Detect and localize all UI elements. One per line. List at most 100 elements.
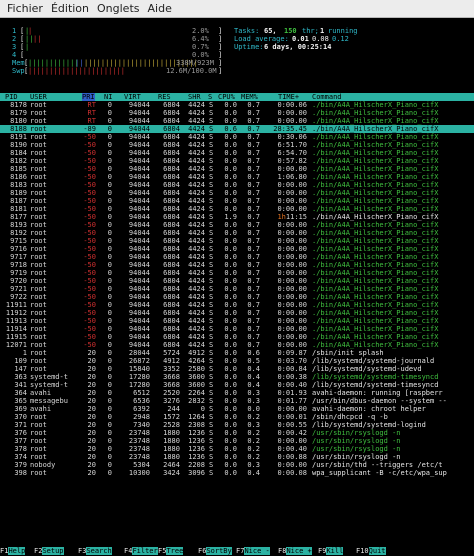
shr-cell: 4424 bbox=[188, 229, 205, 237]
res-cell: 6804 bbox=[163, 165, 180, 173]
col-user[interactable]: USER bbox=[30, 93, 47, 101]
mem-fill-used: |||||||||||| bbox=[28, 59, 79, 67]
f3-search-key[interactable]: F3Search bbox=[78, 546, 112, 556]
process-row[interactable]: 371 root 20 0 7340 2528 2308 S 0.0 0.3 0:00.55/lib… bbox=[0, 421, 474, 429]
priority-cell: -50 bbox=[83, 293, 96, 301]
col-pid[interactable]: PID bbox=[5, 93, 18, 101]
process-row[interactable]: 9720 root -50 0 94044 6804 4424 S 0.0 0.7 0:00.00.… bbox=[0, 277, 474, 285]
threads-count: 150 bbox=[284, 27, 297, 35]
res-cell: 3668 bbox=[163, 373, 180, 381]
mem-cell: 0.4 bbox=[247, 365, 260, 373]
col-cpu[interactable]: CPU% bbox=[218, 93, 235, 101]
f5-tree-key[interactable]: F5Tree bbox=[158, 546, 184, 556]
process-row[interactable]: 8178 root RT 0 94044 6804 4424 S 0.0 0.7 0:00.06 ./… bbox=[0, 101, 474, 109]
process-row[interactable]: 109 root 20 0 26872 4912 4264 S 0.0 0.5 0:03.70/li… bbox=[0, 357, 474, 365]
process-row[interactable]: 8187 root -50 0 94044 6804 4424 S 0.0 0.7 0:00.00.… bbox=[0, 197, 474, 205]
process-row[interactable]: 9719 root -50 0 94044 6804 4424 S 0.0 0.7 0:00.00.… bbox=[0, 269, 474, 277]
nice-cell: 0 bbox=[107, 173, 112, 181]
col-state[interactable]: S bbox=[208, 93, 212, 101]
process-row[interactable]: 363 systemd-t 20 0 17280 3668 3600 S 0.0 0.4 0:00.… bbox=[0, 373, 474, 381]
process-row[interactable]: 8193 root -50 0 94044 6804 4424 S 0.0 0.7 0:00.00.… bbox=[0, 221, 474, 229]
process-row[interactable]: 1 root 20 0 28044 5724 4912 S 0.0 0.6 0:09.87/sbin… bbox=[0, 349, 474, 357]
pid-cell: 9717 bbox=[10, 253, 27, 261]
pid-cell: 109 bbox=[14, 357, 27, 365]
priority-cell: 20 bbox=[87, 365, 96, 373]
process-row[interactable]: 369 avahi 20 0 6392 244 0 S 0.0 0.0 0:00.00 avahi-d… bbox=[0, 405, 474, 413]
process-row[interactable]: 378 root 20 0 23748 1880 1236 S 0.0 0.2 0:00.40/us… bbox=[0, 445, 474, 453]
process-row[interactable]: 11911 root -50 0 94044 6804 4424 S 0.0 0.7 0:00.00… bbox=[0, 301, 474, 309]
process-row[interactable]: 365 messagebu 20 0 6536 3276 2832 S 0.0 0.3 0:01.7… bbox=[0, 397, 474, 405]
process-row[interactable]: 8179 root RT 0 94044 6804 4424 S 0.0 0.7 0:00.00 ./… bbox=[0, 109, 474, 117]
terminal[interactable]: 1 [ | | 2.0% ] 2 [ || || 6.4% ] 3 [ | 0.… bbox=[0, 21, 474, 556]
process-row[interactable]: 8192 root -50 0 94044 6804 4424 S 0.0 0.7 0:00.00.… bbox=[0, 229, 474, 237]
col-pri[interactable]: PRI bbox=[82, 93, 95, 101]
command-cell: avahi-daemon: running [raspberr bbox=[312, 389, 443, 397]
menu-fichier[interactable]: Fichier bbox=[3, 0, 47, 18]
process-row[interactable]: 11913 root -50 0 94044 6804 4424 S 0.0 0.7 0:00.00… bbox=[0, 317, 474, 325]
process-row[interactable]: 9716 root -50 0 94044 6804 4424 S 0.0 0.7 0:00.00.… bbox=[0, 245, 474, 253]
command-cell: ./bin/A4A_HilscherX_Piano_cifX bbox=[312, 277, 439, 285]
f1-help-key[interactable]: F1Help bbox=[0, 546, 26, 556]
fkey-label: Help bbox=[8, 547, 26, 555]
process-row[interactable]: 8184 root -50 0 94044 6804 4424 S 0.0 0.7 6:54.70.… bbox=[0, 149, 474, 157]
col-virt[interactable]: VIRT bbox=[124, 93, 141, 101]
state-cell: S bbox=[209, 341, 214, 349]
menu-aide[interactable]: Aide bbox=[144, 0, 176, 18]
process-row[interactable]: 9721 root -50 0 94044 6804 4424 S 0.0 0.7 0:00.00.… bbox=[0, 285, 474, 293]
command-cell: ./bin/A4A_HilscherX_Piano_cifX bbox=[312, 165, 439, 173]
col-time[interactable]: TIME+ bbox=[278, 93, 299, 101]
state-cell: S bbox=[209, 357, 214, 365]
mem-cell: 0.7 bbox=[247, 333, 260, 341]
process-row[interactable]: 379 nobody 20 0 5304 2464 2208 S 0.0 0.3 0:00.00/u… bbox=[0, 461, 474, 469]
process-row[interactable]: 374 root 20 0 23748 1880 1236 S 0.0 0.2 0:00.88/us… bbox=[0, 453, 474, 461]
f6-sortby-key[interactable]: F6SortBy bbox=[198, 546, 232, 556]
process-row[interactable]: 8177 root -50 0 94044 6804 4424 S 1.9 0.7 1h11:15.… bbox=[0, 213, 474, 221]
process-row[interactable]: 8191 root -50 0 94044 6804 4424 S 0.0 0.7 0:30.06.… bbox=[0, 133, 474, 141]
process-row[interactable]: 147 root 20 0 15840 3352 2580 S 0.0 0.4 0:00.84/li… bbox=[0, 365, 474, 373]
menu-onglets[interactable]: Onglets bbox=[93, 0, 143, 18]
process-row[interactable]: 11912 root -50 0 94044 6804 4424 S 0.0 0.7 0:00.00… bbox=[0, 309, 474, 317]
process-row[interactable]: 8183 root -50 0 94044 6804 4424 S 0.0 0.7 0:00.00.… bbox=[0, 181, 474, 189]
process-row[interactable]: 9715 root -50 0 94044 6804 4424 S 0.0 0.7 0:00.00.… bbox=[0, 237, 474, 245]
menu-edition[interactable]: Édition bbox=[47, 0, 93, 18]
f9-kill-key[interactable]: F9Kill bbox=[318, 546, 344, 556]
process-row[interactable]: 11915 root -50 0 94044 6804 4424 S 0.0 0.7 0:00.00… bbox=[0, 333, 474, 341]
user-cell: root bbox=[30, 445, 47, 453]
process-row[interactable]: 8186 root -50 0 94044 6804 4424 S 0.0 0.7 1:06.80.… bbox=[0, 173, 474, 181]
process-row[interactable]: 9718 root -50 0 94044 6804 4424 S 0.0 0.7 0:00.00.… bbox=[0, 261, 474, 269]
col-shr[interactable]: SHR bbox=[188, 93, 201, 101]
cpu-cell: 0.0 bbox=[224, 413, 237, 421]
process-row[interactable]: 9722 root -50 0 94044 6804 4424 S 0.0 0.7 0:00.00.… bbox=[0, 293, 474, 301]
col-ni[interactable]: NI bbox=[104, 93, 112, 101]
f7-nice-minus-key[interactable]: F7Nice - bbox=[236, 546, 270, 556]
f10-quit-key[interactable]: F10Quit bbox=[356, 546, 386, 556]
nice-cell: 0 bbox=[107, 421, 112, 429]
priority-cell: -50 bbox=[83, 189, 96, 197]
process-row[interactable]: 377 root 20 0 23748 1880 1236 S 0.0 0.2 0:00.00/us… bbox=[0, 437, 474, 445]
process-row[interactable]: 398 root 20 0 10300 3424 3096 S 0.0 0.4 0:00.08 wpa… bbox=[0, 469, 474, 477]
shr-cell: 0 bbox=[200, 405, 205, 413]
process-row[interactable]: 8180 root RT 0 94044 6804 4424 S 0.0 0.7 0:00.00 ./… bbox=[0, 117, 474, 125]
col-res[interactable]: RES bbox=[158, 93, 171, 101]
process-row[interactable]: 376 root 20 0 23748 1880 1236 S 0.0 0.2 0:00.42/us… bbox=[0, 429, 474, 437]
process-row[interactable]: 8188 root -89 0 94044 6804 4424 S 0.6 0.7 28:35.45… bbox=[0, 125, 474, 133]
process-row[interactable]: 341 systemd-t 20 0 17280 3668 3600 S 0.0 0.4 0:00.… bbox=[0, 381, 474, 389]
process-row[interactable]: 8189 root -50 0 94044 6804 4424 S 0.0 0.7 0:00.00.… bbox=[0, 189, 474, 197]
pid-cell: 8183 bbox=[10, 181, 27, 189]
process-row[interactable]: 370 root 20 0 2948 1572 1264 S 0.0 0.2 0:00.01/sbi… bbox=[0, 413, 474, 421]
f4-filter-key[interactable]: F4Filter bbox=[124, 546, 158, 556]
process-row[interactable]: 12071 root -50 0 94044 6804 4424 S 0.0 0.7 0:00.00… bbox=[0, 341, 474, 349]
f2-setup-key[interactable]: F2Setup bbox=[34, 546, 64, 556]
process-row[interactable]: 8185 root -50 0 94044 6804 4424 S 0.0 0.7 0:00.00.… bbox=[0, 165, 474, 173]
process-row[interactable]: 8190 root -50 0 94044 6804 4424 S 0.0 0.7 6:51.70.… bbox=[0, 141, 474, 149]
f8-nice-plus-key[interactable]: F8Nice + bbox=[278, 546, 312, 556]
process-row[interactable]: 364 avahi 20 0 6512 2520 2264 S 0.0 0.3 0:01.93 ava… bbox=[0, 389, 474, 397]
col-mem[interactable]: MEM% bbox=[241, 93, 258, 101]
col-command[interactable]: Command bbox=[312, 93, 342, 101]
time-cell: 0:00.06 bbox=[277, 101, 307, 109]
process-row[interactable]: 9717 root -50 0 94044 6804 4424 S 0.0 0.7 0:00.00.… bbox=[0, 253, 474, 261]
process-row[interactable]: 11914 root -50 0 94044 6804 4424 S 0.0 0.7 0:00.00… bbox=[0, 325, 474, 333]
process-row[interactable]: 8182 root -50 0 94044 6804 4424 S 0.0 0.7 0:57.82.… bbox=[0, 157, 474, 165]
process-row[interactable]: 8181 root -50 0 94044 6804 4424 S 0.0 0.7 0:00.00.… bbox=[0, 205, 474, 213]
user-cell: root bbox=[30, 101, 47, 109]
